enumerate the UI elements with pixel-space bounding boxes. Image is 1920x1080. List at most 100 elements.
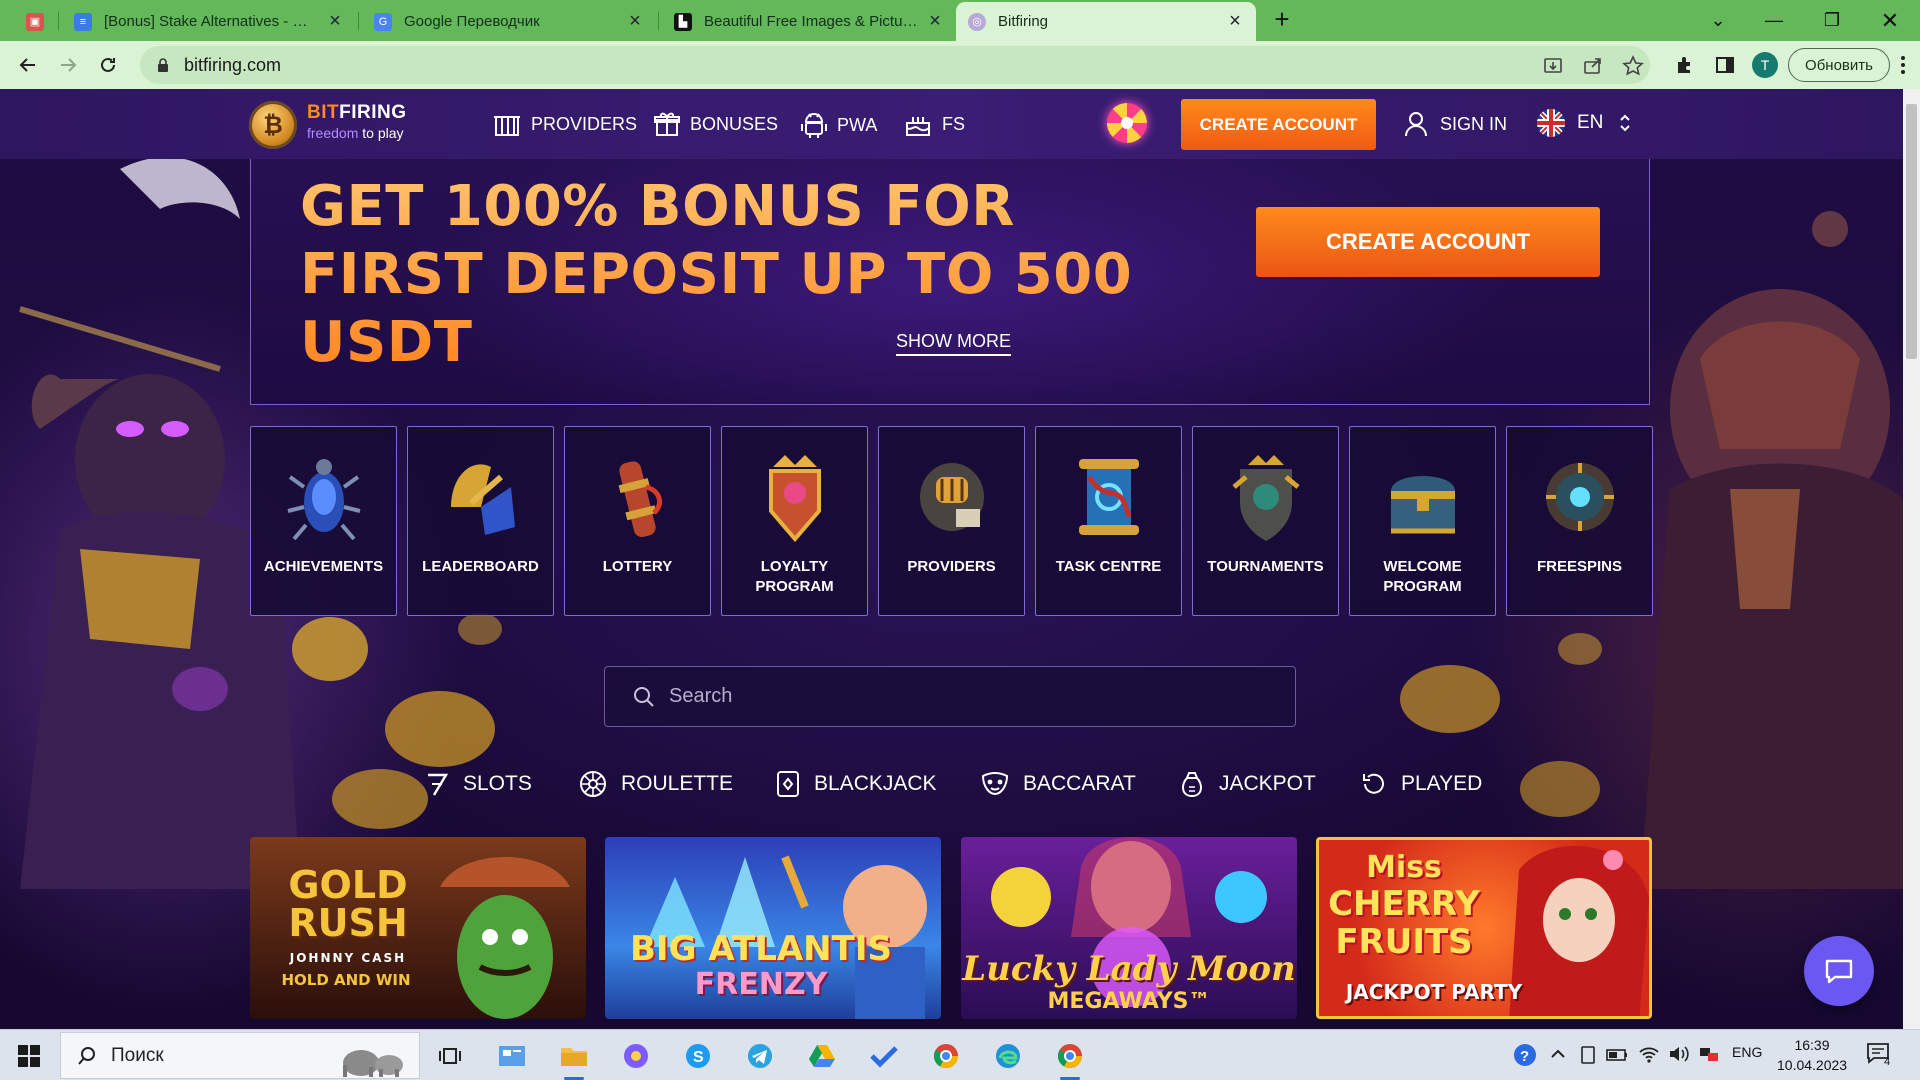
back-button[interactable] (12, 49, 44, 81)
close-tab-icon[interactable]: × (926, 10, 944, 33)
tile-achievements[interactable]: ACHIEVEMENTS (250, 426, 397, 616)
logo-tagline: freedom to play (307, 125, 404, 141)
scroll-icon (618, 461, 663, 538)
taskbar-app-chrome[interactable] (928, 1038, 964, 1074)
tab-jackpot[interactable]: JACKPOT (1179, 764, 1316, 804)
fortune-wheel-icon[interactable] (1107, 103, 1147, 143)
maximize-button[interactable]: ❐ (1804, 0, 1860, 41)
network-icon[interactable] (1698, 1044, 1720, 1064)
taskbar-app-todo[interactable] (866, 1038, 902, 1074)
nav-pwa[interactable]: PWA (801, 111, 877, 139)
nav-providers[interactable]: PROVIDERS (493, 111, 637, 137)
tab-pinned[interactable]: ▣ (14, 2, 58, 41)
help-icon[interactable]: ? (1512, 1042, 1538, 1068)
close-tab-icon[interactable]: × (326, 10, 344, 33)
live-chat-button[interactable] (1804, 936, 1874, 1006)
tab-unsplash[interactable]: ▙ Beautiful Free Images & Pictures × (662, 2, 956, 41)
tile-task-centre[interactable]: TASK CENTRE (1035, 426, 1182, 616)
close-window-button[interactable]: ✕ (1862, 0, 1918, 41)
tab-roulette[interactable]: ROULETTE (579, 764, 733, 804)
tile-tournaments[interactable]: TOURNAMENTS (1192, 426, 1339, 616)
language-selector[interactable]: EN (1537, 109, 1631, 137)
taskbar-app-chrome-active[interactable] (1052, 1038, 1088, 1080)
tab-bitfiring[interactable]: ◎ Bitfiring × (956, 2, 1256, 41)
tab-played[interactable]: PLAYED (1361, 764, 1482, 804)
forward-button[interactable] (52, 49, 84, 81)
game-card-lucky-lady-moon[interactable]: Lucky Lady Moon MEGAWAYS™ (961, 837, 1297, 1019)
tile-loyalty-program[interactable]: LOYALTY PROGRAM (721, 426, 868, 616)
taskbar-app-file-explorer[interactable] (556, 1038, 592, 1080)
tab-stake-alternatives[interactable]: ≡ [Bonus] Stake Alternatives - Goo × (62, 2, 356, 41)
logo-wordmark[interactable]: BITFIRING (307, 102, 407, 124)
svg-text:?: ? (1520, 1048, 1529, 1065)
profile-avatar[interactable]: T (1752, 52, 1778, 78)
tab-search-chevron-icon[interactable]: ⌄ (1690, 0, 1746, 41)
close-tab-icon[interactable]: × (1226, 10, 1244, 33)
tab-blackjack[interactable]: BLACKJACK (776, 764, 937, 804)
bitcoin-logo-icon[interactable]: ₿ (249, 101, 297, 149)
tile-label: TASK CENTRE (1055, 558, 1162, 575)
reload-button[interactable] (92, 49, 124, 81)
nav-fs[interactable]: FS (904, 111, 965, 137)
game-tag: JACKPOT PARTY (1345, 980, 1523, 1004)
notification-center-button[interactable]: 4 (1866, 1042, 1894, 1070)
search-icon (78, 1046, 95, 1065)
tile-label: LOYALTY PROGRAM (755, 558, 834, 595)
tile-welcome-program[interactable]: WELCOME PROGRAM (1349, 426, 1496, 616)
tile-leaderboard[interactable]: LEADERBOARD (407, 426, 554, 616)
language-code: EN (1577, 112, 1604, 133)
volume-icon[interactable] (1668, 1044, 1690, 1064)
create-account-banner-button[interactable]: CREATE ACCOUNT (1256, 207, 1600, 277)
taskbar-app-edge[interactable] (990, 1038, 1026, 1074)
tab-google-translate[interactable]: G Google Переводчик × (362, 2, 656, 41)
new-tab-button[interactable]: + (1268, 6, 1296, 34)
nav-label: PWA (837, 114, 878, 135)
category-label: JACKPOT (1219, 772, 1316, 795)
game-card-miss-cherry-fruits[interactable]: Miss CHERRY FRUITS JACKPOT PARTY (1316, 837, 1652, 1019)
game-title-a: GOLD (288, 863, 408, 907)
search-input[interactable] (669, 685, 1229, 708)
gold-coins-left-art (292, 613, 502, 829)
taskbar-app-copilot[interactable] (618, 1038, 654, 1074)
game-card-big-atlantis-frenzy[interactable]: BIG ATLANTIS FRENZY (605, 837, 941, 1019)
game-title-c: FRUITS (1335, 922, 1473, 962)
system-clock[interactable]: 16:39 10.04.2023 (1777, 1035, 1847, 1075)
tile-freespins[interactable]: FREESPINS (1506, 426, 1653, 616)
taskbar-search-box[interactable]: Поиск (60, 1032, 420, 1079)
pinned-app-icon: ▣ (26, 12, 44, 31)
taskbar-app-google-drive[interactable] (804, 1038, 840, 1074)
android-icon (801, 113, 827, 138)
taskbar-app-skype[interactable]: S (680, 1038, 716, 1074)
minimize-button[interactable]: — (1746, 0, 1802, 41)
create-account-header-button[interactable]: CREATE ACCOUNT (1181, 99, 1376, 150)
device-icon[interactable] (1578, 1045, 1598, 1065)
game-card-gold-rush[interactable]: GOLD RUSH JOHNNY CASH HOLD AND WIN (250, 837, 586, 1019)
wifi-icon[interactable] (1638, 1044, 1660, 1064)
game-search-box[interactable] (604, 666, 1296, 727)
scrollbar-thumb[interactable] (1906, 104, 1917, 359)
tile-lottery[interactable]: LOTTERY (564, 426, 711, 616)
tile-providers[interactable]: PROVIDERS (878, 426, 1025, 616)
back-arrow-icon (19, 58, 35, 72)
map-scroll-icon (1079, 459, 1139, 535)
taskbar-search-placeholder: Поиск (111, 1044, 164, 1066)
close-tab-icon[interactable]: × (626, 10, 644, 33)
tray-chevron-up-icon[interactable] (1550, 1046, 1566, 1062)
update-browser-button[interactable]: Обновить (1788, 48, 1890, 82)
taskbar-app-telegram[interactable] (742, 1038, 778, 1074)
tab-title: Google Переводчик (404, 13, 540, 30)
task-view-button[interactable] (432, 1038, 468, 1074)
show-more-link[interactable]: SHOW MORE (896, 331, 1011, 356)
seven-icon (428, 773, 449, 796)
logo-tag-b: to play (362, 125, 404, 141)
tab-slots[interactable]: SLOTS (425, 764, 532, 804)
input-language-indicator[interactable]: ENG (1732, 1044, 1762, 1060)
battery-icon[interactable] (1606, 1046, 1628, 1064)
tile-label: FREESPINS (1536, 558, 1623, 575)
address-bar[interactable]: bitfiring.com (140, 46, 1650, 84)
tab-baccarat[interactable]: BACCARAT (981, 764, 1136, 804)
start-button[interactable] (18, 1045, 40, 1067)
sign-in-link[interactable]: SIGN IN (1404, 111, 1507, 137)
taskbar-app-control-panel[interactable] (494, 1038, 530, 1074)
nav-bonuses[interactable]: BONUSES (654, 111, 778, 137)
